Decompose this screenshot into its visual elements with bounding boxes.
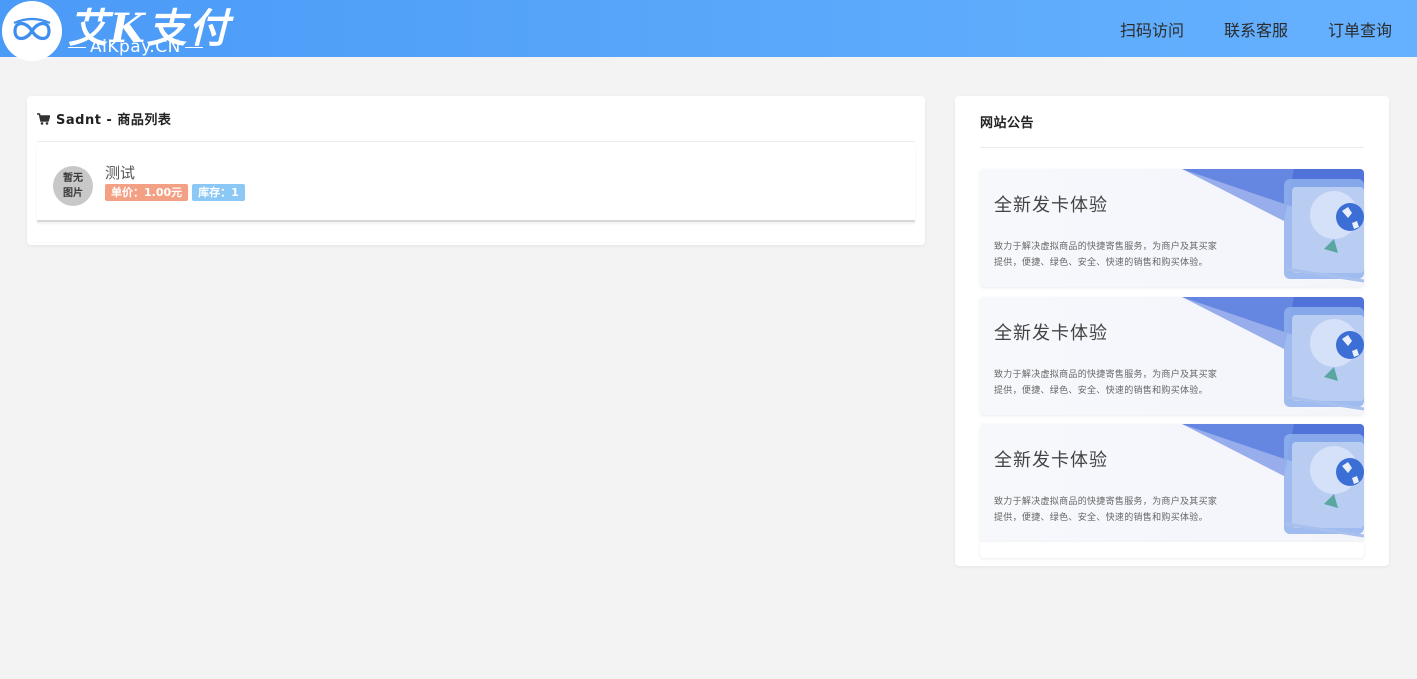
logo-subtitle-text: AiKpay.CN (90, 37, 181, 57)
site-logo[interactable]: 艾K支付 AiKpay.CN (0, 0, 230, 61)
nav-order-query[interactable]: 订单查询 (1328, 17, 1392, 41)
product-name: 测试 (105, 164, 136, 182)
product-tags: 单价：1.00元 库存：1 (105, 184, 245, 201)
banner-title: 全新发卡体验 (994, 323, 1108, 344)
product-list-header: Sadnt - 商品列表 (37, 96, 915, 142)
thumb-text-line1: 暂无 (63, 173, 83, 184)
announcement-banner[interactable]: 全新发卡体验 致力于解决虚拟商品的快捷寄售服务，为商户及其买家 提供，便捷、绿色… (980, 297, 1364, 415)
product-item[interactable]: 暂无 图片 测试 单价：1.00元 库存：1 (37, 142, 915, 222)
product-list-card: Sadnt - 商品列表 暂无 图片 测试 单价：1.00元 库存：1 (27, 96, 925, 245)
infinity-logo-icon (2, 1, 62, 61)
laptop-globe-illustration-icon (1182, 169, 1364, 283)
price-badge: 单价：1.00元 (105, 184, 189, 201)
announcement-banner[interactable]: 全新发卡体验 致力于解决虚拟商品的快捷寄售服务，为商户及其买家 提供，便捷、绿色… (980, 424, 1364, 542)
product-thumbnail-placeholder: 暂无 图片 (53, 166, 93, 206)
announcement-banner[interactable]: 全新发卡体验 致力于解决虚拟商品的快捷寄售服务，为商户及其买家 提供，便捷、绿色… (980, 169, 1364, 287)
top-navigation-bar: 艾K支付 AiKpay.CN 扫码访问 联系客服 订单查询 (0, 0, 1417, 61)
announcement-title: 网站公告 (980, 116, 1035, 131)
banner-title: 全新发卡体验 (994, 195, 1108, 216)
announcement-header: 网站公告 (980, 96, 1364, 148)
thumb-text-line2: 图片 (63, 188, 83, 199)
banner-title: 全新发卡体验 (994, 450, 1108, 471)
announcement-card: 网站公告 全新发卡体验 致力于解决虚拟商品的快捷寄售服务，为商户及其买家 提供，… (955, 96, 1389, 566)
banner-footer-spacer (980, 542, 1364, 558)
logo-subtitle: AiKpay.CN (68, 37, 203, 57)
product-list-title: Sadnt - 商品列表 (56, 113, 172, 128)
nav-contact-support[interactable]: 联系客服 (1224, 17, 1288, 41)
laptop-globe-illustration-icon (1182, 424, 1364, 538)
cart-icon (37, 112, 50, 125)
nav-scan-access[interactable]: 扫码访问 (1120, 17, 1184, 41)
laptop-globe-illustration-icon (1182, 297, 1364, 411)
main-nav: 扫码访问 联系客服 订单查询 (1120, 0, 1392, 57)
stock-badge: 库存：1 (192, 184, 245, 201)
